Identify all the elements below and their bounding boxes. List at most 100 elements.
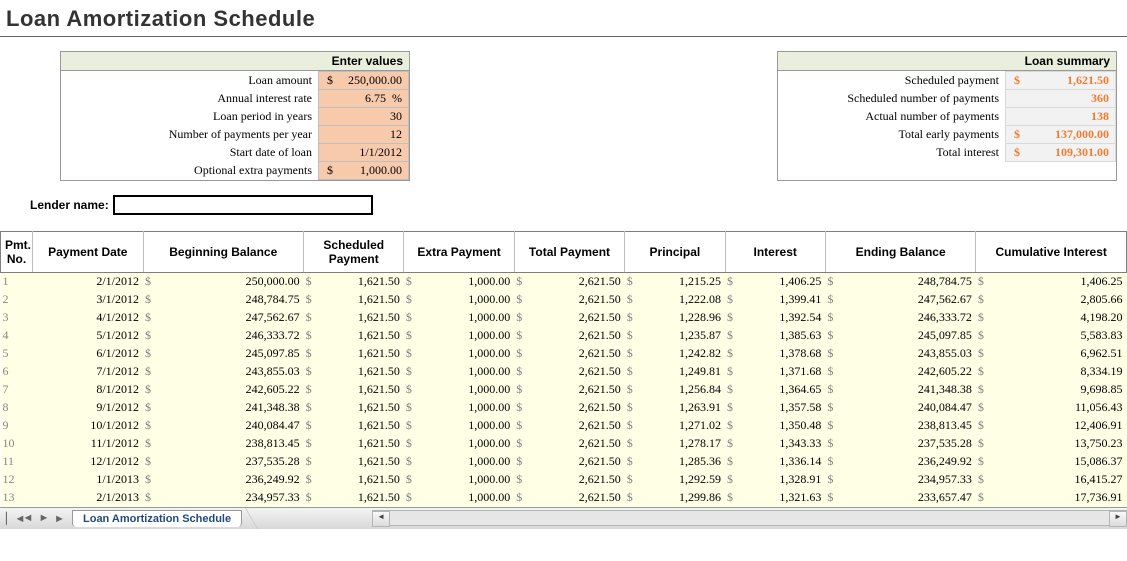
cell-end: $237,535.28 xyxy=(825,435,976,453)
npy-label: Number of payments per year xyxy=(61,126,319,144)
cell-sp: $1,621.50 xyxy=(304,417,404,435)
start-input[interactable]: 1/1/2012 xyxy=(319,144,409,162)
cell-tp: $2,621.50 xyxy=(514,471,624,489)
cell-ep: $1,000.00 xyxy=(404,291,514,309)
cell-sp: $1,621.50 xyxy=(304,327,404,345)
extra-input[interactable]: $1,000.00 xyxy=(319,162,409,180)
cell-int: $1,385.63 xyxy=(725,327,825,345)
summary-panel: Loan summary Scheduled payment $1,621.50… xyxy=(777,51,1117,181)
cell-pmt-no: 2 xyxy=(1,291,33,309)
cell-ep: $1,000.00 xyxy=(404,327,514,345)
cell-int: $1,357.58 xyxy=(725,399,825,417)
cell-ci: $2,805.66 xyxy=(976,291,1127,309)
table-row[interactable]: 45/1/2012$246,333.72$1,621.50$1,000.00$2… xyxy=(1,327,1127,345)
table-row[interactable]: 78/1/2012$242,605.22$1,621.50$1,000.00$2… xyxy=(1,381,1127,399)
cell-pr: $1,278.17 xyxy=(625,435,725,453)
cell-end: $242,605.22 xyxy=(825,363,976,381)
cell-sp: $1,621.50 xyxy=(304,309,404,327)
cell-date: 2/1/2012 xyxy=(33,273,143,291)
table-row[interactable]: 1011/1/2012$238,813.45$1,621.50$1,000.00… xyxy=(1,435,1127,453)
period-input[interactable]: 30 xyxy=(319,108,409,126)
cell-beg: $234,957.33 xyxy=(143,489,304,507)
cell-tp: $2,621.50 xyxy=(514,453,624,471)
cell-int: $1,364.65 xyxy=(725,381,825,399)
cell-pr: $1,285.36 xyxy=(625,453,725,471)
sheet-tab[interactable]: Loan Amortization Schedule xyxy=(72,510,242,527)
table-row[interactable]: 67/1/2012$243,855.03$1,621.50$1,000.00$2… xyxy=(1,363,1127,381)
cell-pr: $1,292.59 xyxy=(625,471,725,489)
cell-ep: $1,000.00 xyxy=(404,471,514,489)
cell-tp: $2,621.50 xyxy=(514,327,624,345)
cell-end: $238,813.45 xyxy=(825,417,976,435)
air-input[interactable]: 6.75 % xyxy=(319,90,409,108)
cell-tp: $2,621.50 xyxy=(514,273,624,291)
loan-amount-value: 250,000.00 xyxy=(348,73,402,87)
table-row[interactable]: 12/1/2012$250,000.00$1,621.50$1,000.00$2… xyxy=(1,273,1127,291)
cell-sp: $1,621.50 xyxy=(304,345,404,363)
actual-n-label: Actual number of payments xyxy=(778,108,1006,126)
tint-label: Total interest xyxy=(778,144,1006,162)
cell-beg: $242,605.22 xyxy=(143,381,304,399)
cell-beg: $250,000.00 xyxy=(143,273,304,291)
cell-beg: $247,562.67 xyxy=(143,309,304,327)
cell-pmt-no: 10 xyxy=(1,435,33,453)
table-row[interactable]: 56/1/2012$245,097.85$1,621.50$1,000.00$2… xyxy=(1,345,1127,363)
cell-sp: $1,621.50 xyxy=(304,399,404,417)
cell-pr: $1,235.87 xyxy=(625,327,725,345)
tab-prev-icon[interactable]: ◄ xyxy=(22,512,34,525)
period-label: Loan period in years xyxy=(61,108,319,126)
table-row[interactable]: 34/1/2012$247,562.67$1,621.50$1,000.00$2… xyxy=(1,309,1127,327)
hdr-pmt-no: Pmt. No. xyxy=(1,232,33,273)
tab-next-icon[interactable]: ► xyxy=(38,512,50,525)
cell-ci: $8,334.19 xyxy=(976,363,1127,381)
sched-pay-value: $1,621.50 xyxy=(1006,72,1116,90)
table-row[interactable]: 132/1/2013$234,957.33$1,621.50$1,000.00$… xyxy=(1,489,1127,507)
start-label: Start date of loan xyxy=(61,144,319,162)
cell-date: 3/1/2012 xyxy=(33,291,143,309)
cell-int: $1,406.25 xyxy=(725,273,825,291)
loan-amount-input[interactable]: $250,000.00 xyxy=(319,72,409,90)
table-row[interactable]: 89/1/2012$241,348.38$1,621.50$1,000.00$2… xyxy=(1,399,1127,417)
schedule-wrap: Pmt. No. Payment Date Beginning Balance … xyxy=(0,231,1127,507)
cell-ep: $1,000.00 xyxy=(404,345,514,363)
cell-sp: $1,621.50 xyxy=(304,273,404,291)
npy-input[interactable]: 12 xyxy=(319,126,409,144)
cell-pr: $1,249.81 xyxy=(625,363,725,381)
horizontal-scrollbar[interactable] xyxy=(372,510,1127,526)
table-row[interactable]: 1112/1/2012$237,535.28$1,621.50$1,000.00… xyxy=(1,453,1127,471)
cell-tp: $2,621.50 xyxy=(514,381,624,399)
cell-sp: $1,621.50 xyxy=(304,453,404,471)
cell-ep: $1,000.00 xyxy=(404,399,514,417)
air-label: Annual interest rate xyxy=(61,90,319,108)
table-row[interactable]: 23/1/2012$248,784.75$1,621.50$1,000.00$2… xyxy=(1,291,1127,309)
cell-tp: $2,621.50 xyxy=(514,399,624,417)
hdr-sp: Scheduled Payment xyxy=(304,232,404,273)
cell-int: $1,321.63 xyxy=(725,489,825,507)
cell-int: $1,371.68 xyxy=(725,363,825,381)
cell-end: $234,957.33 xyxy=(825,471,976,489)
cell-ci: $15,086.37 xyxy=(976,453,1127,471)
table-row[interactable]: 910/1/2012$240,084.47$1,621.50$1,000.00$… xyxy=(1,417,1127,435)
cell-ci: $13,750.23 xyxy=(976,435,1127,453)
lender-row: Lender name: xyxy=(0,181,1127,221)
cell-ep: $1,000.00 xyxy=(404,435,514,453)
cell-beg: $238,813.45 xyxy=(143,435,304,453)
schedule-header-row: Pmt. No. Payment Date Beginning Balance … xyxy=(1,232,1127,273)
cell-date: 5/1/2012 xyxy=(33,327,143,345)
cell-date: 4/1/2012 xyxy=(33,309,143,327)
loan-amount-label: Loan amount xyxy=(61,72,319,90)
cell-pmt-no: 5 xyxy=(1,345,33,363)
cell-int: $1,350.48 xyxy=(725,417,825,435)
tab-first-icon[interactable]: ▏◄ xyxy=(6,512,18,525)
cell-pmt-no: 11 xyxy=(1,453,33,471)
cell-beg: $236,249.92 xyxy=(143,471,304,489)
hdr-beg: Beginning Balance xyxy=(143,232,304,273)
cell-date: 8/1/2012 xyxy=(33,381,143,399)
tint-value: $109,301.00 xyxy=(1006,144,1116,162)
cell-pr: $1,242.82 xyxy=(625,345,725,363)
table-row[interactable]: 121/1/2013$236,249.92$1,621.50$1,000.00$… xyxy=(1,471,1127,489)
lender-name-input[interactable] xyxy=(113,195,373,215)
hdr-date: Payment Date xyxy=(33,232,143,273)
tab-last-icon[interactable]: ►▕ xyxy=(54,512,66,525)
cell-pmt-no: 12 xyxy=(1,471,33,489)
